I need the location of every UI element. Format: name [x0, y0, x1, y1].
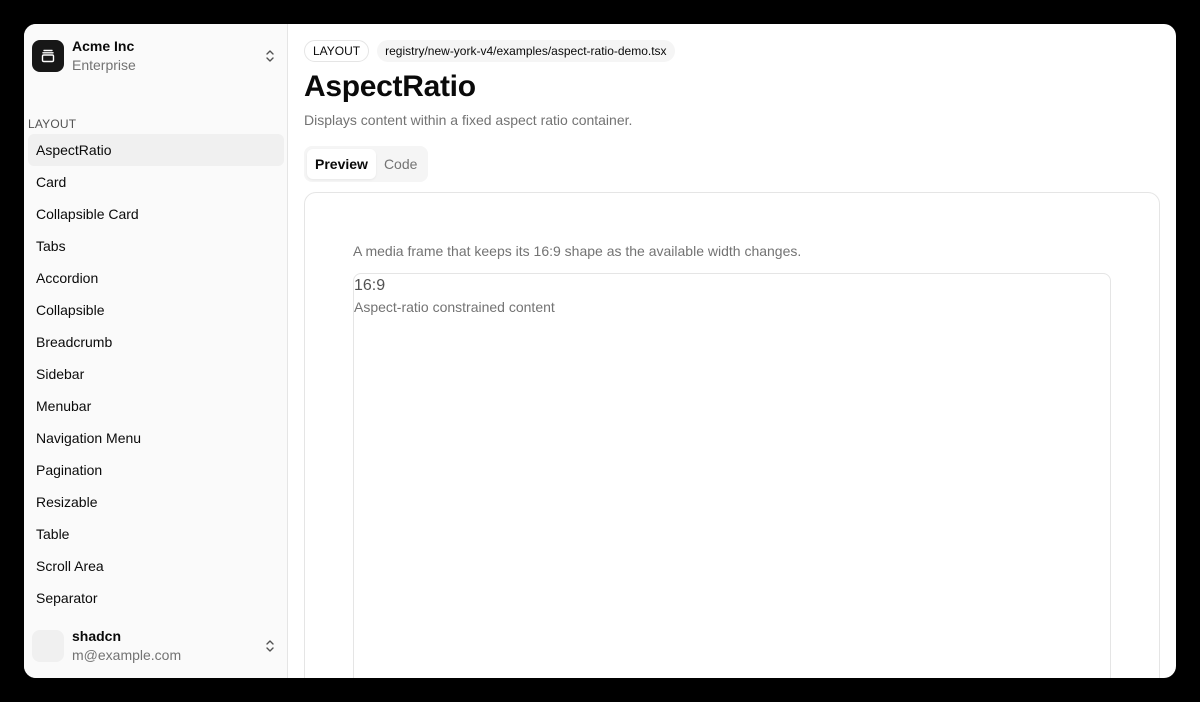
chevrons-up-down-icon [266, 640, 274, 652]
file-path-badge: registry/new-york-v4/examples/aspect-rat… [377, 40, 675, 62]
sidebar-item-sidebar[interactable]: Sidebar [28, 358, 284, 390]
user-switcher[interactable]: shadcn m@example.com [32, 624, 280, 668]
tab-code[interactable]: Code [376, 149, 425, 179]
user-email: m@example.com [72, 647, 182, 663]
category-badge: LAYOUT [304, 40, 370, 62]
sidebar-item-tabs[interactable]: Tabs [28, 230, 284, 262]
page-description: Displays content within a fixed aspect r… [304, 112, 633, 128]
sidebar-nav: AspectRatio Card Collapsible Card Tabs A… [28, 134, 284, 614]
team-switcher[interactable]: Acme Inc Enterprise [32, 36, 280, 76]
team-plan: Enterprise [72, 57, 136, 73]
sidebar-item-separator[interactable]: Separator [28, 582, 284, 614]
sidebar-group-label: LAYOUT [28, 117, 77, 131]
sidebar-item-navigation-menu[interactable]: Navigation Menu [28, 422, 284, 454]
sidebar-item-scroll-area[interactable]: Scroll Area [28, 550, 284, 582]
sidebar-item-collapsible-card[interactable]: Collapsible Card [28, 198, 284, 230]
sidebar-item-table[interactable]: Table [28, 518, 284, 550]
sidebar-item-aspectratio[interactable]: AspectRatio [28, 134, 284, 166]
sidebar-item-resizable[interactable]: Resizable [28, 486, 284, 518]
preview-caption: A media frame that keeps its 16:9 shape … [353, 243, 802, 259]
sidebar-item-menubar[interactable]: Menubar [28, 390, 284, 422]
aspect-ratio-frame: 16:9 Aspect-ratio constrained content [353, 273, 1111, 678]
sidebar: Acme Inc Enterprise LAYOUT AspectRatio C… [24, 24, 288, 678]
ratio-label: 16:9 [354, 277, 386, 294]
tab-preview[interactable]: Preview [307, 149, 376, 179]
user-name: shadcn [72, 628, 122, 644]
ratio-content-text: Aspect-ratio constrained content [354, 299, 555, 315]
page-title: AspectRatio [304, 70, 476, 103]
sidebar-item-accordion[interactable]: Accordion [28, 262, 284, 294]
tabs-list: Preview Code [304, 146, 429, 182]
preview-card: A media frame that keeps its 16:9 shape … [304, 192, 1160, 678]
avatar [32, 630, 64, 662]
chevrons-up-down-icon [266, 50, 274, 62]
user-text: shadcn m@example.com [72, 627, 262, 665]
sidebar-item-collapsible[interactable]: Collapsible [28, 294, 284, 326]
team-name: Acme Inc [72, 38, 135, 54]
badge-row: LAYOUT registry/new-york-v4/examples/asp… [304, 40, 675, 62]
sidebar-item-pagination[interactable]: Pagination [28, 454, 284, 486]
app-window: Acme Inc Enterprise LAYOUT AspectRatio C… [24, 24, 1176, 678]
sidebar-item-breadcrumb[interactable]: Breadcrumb [28, 326, 284, 358]
sidebar-item-card[interactable]: Card [28, 166, 284, 198]
gallery-vertical-end-icon [32, 40, 64, 72]
team-text: Acme Inc Enterprise [72, 37, 262, 75]
main-content: LAYOUT registry/new-york-v4/examples/asp… [288, 24, 1176, 678]
